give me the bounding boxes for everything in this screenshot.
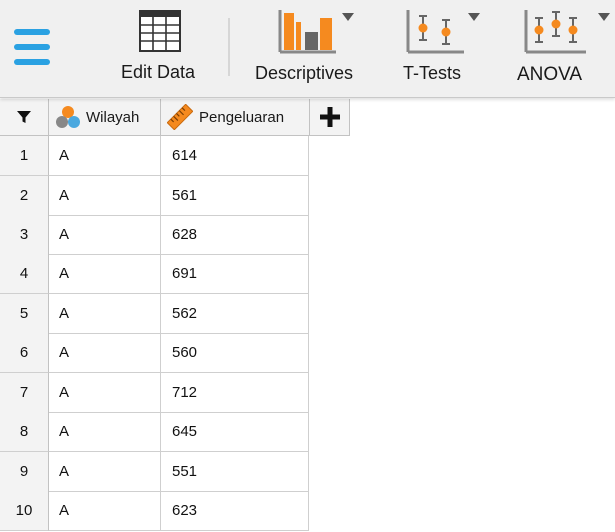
cell-pengeluaran[interactable]: 614 bbox=[161, 136, 309, 176]
column-header-pengeluaran[interactable]: Pengeluaran bbox=[161, 99, 309, 135]
descriptives-button[interactable]: Descriptives bbox=[250, 0, 368, 96]
ttest-plot-icon bbox=[406, 10, 464, 54]
cell-wilayah[interactable]: A bbox=[49, 412, 161, 452]
column-header-wilayah[interactable]: Wilayah bbox=[49, 99, 161, 135]
add-column-button[interactable] bbox=[309, 99, 350, 135]
cell-pengeluaran[interactable]: 562 bbox=[161, 294, 309, 334]
table-row[interactable]: 1 A 614 bbox=[0, 136, 309, 176]
row-number: 5 bbox=[0, 294, 49, 334]
table-row[interactable]: 7 A 712 bbox=[0, 373, 309, 413]
cell-wilayah[interactable]: A bbox=[49, 452, 161, 492]
table-row[interactable]: 6 A 560 bbox=[0, 333, 309, 373]
ribbon-toolbar: Edit Data Descriptives T-Tests ANOVA bbox=[0, 0, 615, 98]
cell-wilayah[interactable]: A bbox=[49, 333, 161, 373]
row-number: 3 bbox=[0, 215, 49, 255]
cell-wilayah[interactable]: A bbox=[49, 136, 161, 176]
ttests-label: T-Tests bbox=[403, 63, 462, 83]
toolbar-separator bbox=[228, 18, 230, 76]
filter-funnel-icon bbox=[17, 111, 31, 123]
table-row[interactable]: 10 A 623 bbox=[0, 491, 309, 531]
row-number: 7 bbox=[0, 373, 49, 413]
cell-pengeluaran[interactable]: 712 bbox=[161, 373, 309, 413]
row-number: 6 bbox=[0, 333, 49, 373]
edit-data-button[interactable]: Edit Data bbox=[108, 0, 216, 96]
cell-wilayah[interactable]: A bbox=[49, 215, 161, 255]
column-header-row: Wilayah Pengeluaran bbox=[0, 99, 350, 136]
row-number: 9 bbox=[0, 452, 49, 492]
scale-ruler-icon bbox=[167, 104, 193, 130]
cell-pengeluaran[interactable]: 561 bbox=[161, 176, 309, 216]
anova-plot-icon bbox=[524, 10, 586, 54]
table-row[interactable]: 4 A 691 bbox=[0, 254, 309, 294]
cell-wilayah[interactable]: A bbox=[49, 491, 161, 531]
row-number: 2 bbox=[0, 176, 49, 216]
bar-chart-icon bbox=[278, 10, 336, 54]
cell-pengeluaran[interactable]: 560 bbox=[161, 333, 309, 373]
cell-pengeluaran[interactable]: 551 bbox=[161, 452, 309, 492]
cell-wilayah[interactable]: A bbox=[49, 176, 161, 216]
chevron-down-icon bbox=[598, 13, 610, 21]
column-name: Pengeluaran bbox=[199, 108, 285, 126]
chevron-down-icon bbox=[342, 13, 354, 21]
table-row[interactable]: 2 A 561 bbox=[0, 176, 309, 216]
menu-hamburger-icon[interactable] bbox=[14, 29, 50, 66]
anova-button[interactable]: ANOVA bbox=[512, 0, 615, 96]
row-number: 10 bbox=[0, 491, 49, 531]
ttests-button[interactable]: T-Tests bbox=[396, 0, 486, 96]
row-number: 1 bbox=[0, 136, 49, 176]
nominal-icon bbox=[56, 106, 80, 128]
row-number: 4 bbox=[0, 254, 49, 294]
column-name: Wilayah bbox=[86, 108, 140, 126]
cell-pengeluaran[interactable]: 623 bbox=[161, 491, 309, 531]
row-number: 8 bbox=[0, 412, 49, 452]
table-row[interactable]: 3 A 628 bbox=[0, 215, 309, 255]
cell-pengeluaran[interactable]: 691 bbox=[161, 254, 309, 294]
spreadsheet-grid-icon bbox=[139, 10, 181, 52]
table-row[interactable]: 9 A 551 bbox=[0, 452, 309, 492]
anova-label: ANOVA bbox=[517, 64, 583, 85]
filter-button[interactable] bbox=[0, 99, 49, 135]
cell-wilayah[interactable]: A bbox=[49, 294, 161, 334]
plus-icon bbox=[319, 107, 340, 127]
chevron-down-icon bbox=[468, 13, 480, 21]
table-row[interactable]: 8 A 645 bbox=[0, 412, 309, 452]
table-row[interactable]: 5 A 562 bbox=[0, 294, 309, 334]
cell-wilayah[interactable]: A bbox=[49, 254, 161, 294]
edit-data-label: Edit Data bbox=[121, 62, 196, 82]
cell-pengeluaran[interactable]: 628 bbox=[161, 215, 309, 255]
descriptives-label: Descriptives bbox=[255, 63, 354, 83]
cell-wilayah[interactable]: A bbox=[49, 373, 161, 413]
cell-pengeluaran[interactable]: 645 bbox=[161, 412, 309, 452]
